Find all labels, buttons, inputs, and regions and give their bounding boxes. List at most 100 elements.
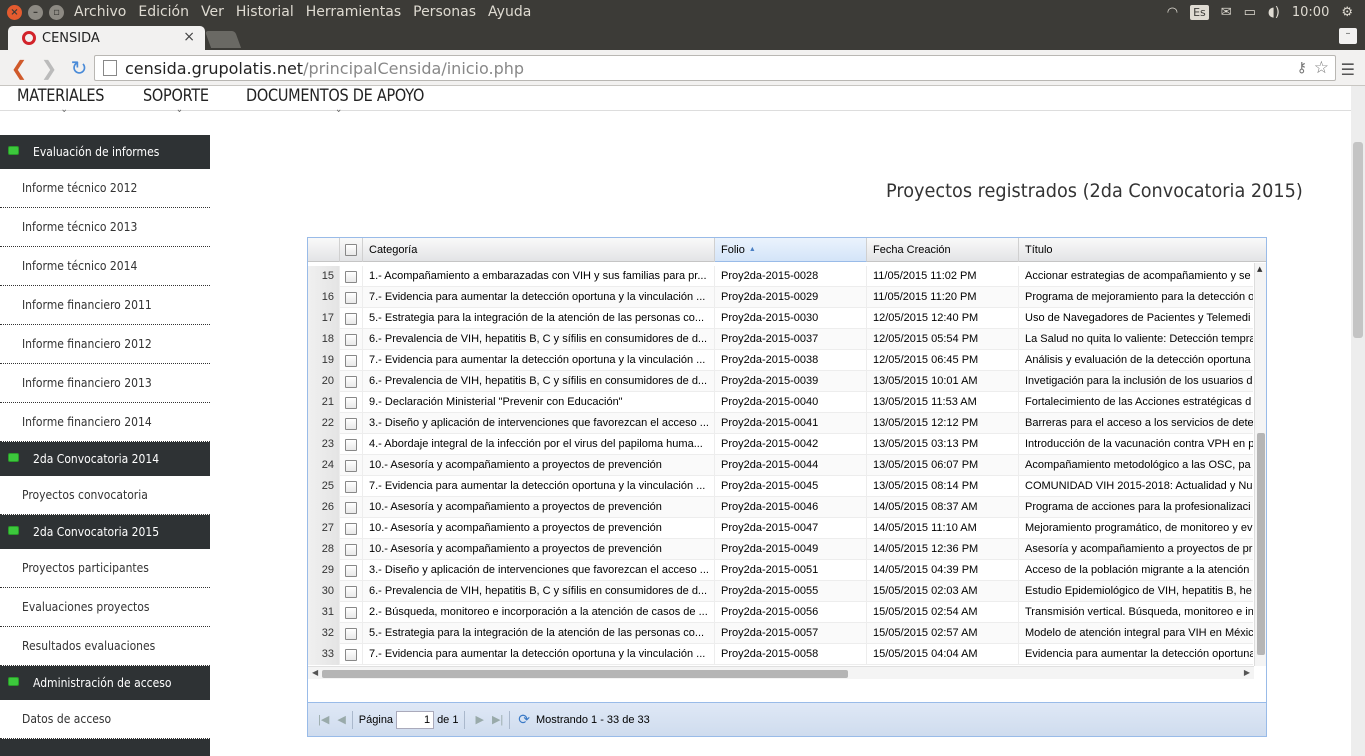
table-row[interactable]: 24 10.- Asesoría y acompañamiento a proye… — [308, 455, 1253, 476]
window-maximize-button[interactable]: ▫ — [49, 4, 64, 20]
table-row[interactable]: 19 7.- Evidencia para aumentar la detecci… — [308, 350, 1253, 371]
sidebar-item-informe-tecnico-2012[interactable]: Informe técnico 2012 — [0, 169, 210, 208]
row-select-cell[interactable] — [340, 371, 363, 392]
page-number-input[interactable] — [396, 710, 435, 729]
row-select-cell[interactable] — [340, 266, 363, 287]
sidebar-item-datos-acceso[interactable]: Datos de acceso — [0, 700, 210, 739]
row-select-cell[interactable] — [340, 287, 363, 308]
key-icon[interactable]: ⚷ — [1297, 60, 1307, 76]
wifi-icon[interactable]: ◠ — [1167, 5, 1178, 20]
forward-arrow-icon[interactable]: ❯ — [38, 56, 60, 80]
last-page-icon[interactable]: ▶| — [492, 713, 503, 726]
sidebar-section-2da-convocatoria-2015[interactable]: 2da Convocatoria 2015 — [0, 515, 210, 549]
browser-menu-icon[interactable]: ☰ — [1341, 60, 1355, 79]
column-header-categoria[interactable]: Categoría — [363, 238, 715, 262]
menu-edicion[interactable]: Edición — [138, 4, 189, 20]
clock[interactable]: 10:00 — [1292, 5, 1329, 20]
menu-archivo[interactable]: Archivo — [74, 4, 126, 20]
scrollbar-thumb[interactable] — [1257, 433, 1265, 655]
row-select-cell[interactable] — [340, 518, 363, 539]
row-select-cell[interactable] — [340, 392, 363, 413]
row-checkbox[interactable] — [345, 291, 357, 304]
user-profile-icon[interactable]: – — [1339, 28, 1357, 44]
tab-close-icon[interactable]: × — [183, 29, 195, 45]
row-checkbox[interactable] — [345, 312, 357, 325]
row-select-cell[interactable] — [340, 455, 363, 476]
table-row[interactable]: 33 7.- Evidencia para aumentar la detecci… — [308, 644, 1253, 665]
select-all-header[interactable] — [340, 238, 363, 262]
nav-documentos-apoyo[interactable]: DOCUMENTOS DE APOYO ⌄ — [246, 86, 424, 115]
row-checkbox[interactable] — [345, 417, 357, 430]
row-select-cell[interactable] — [340, 308, 363, 329]
row-select-cell[interactable] — [340, 539, 363, 560]
sidebar-item-proyectos-participantes[interactable]: Proyectos participantes — [0, 549, 210, 588]
row-select-cell[interactable] — [340, 623, 363, 644]
row-select-cell[interactable] — [340, 413, 363, 434]
new-tab-button[interactable] — [204, 31, 242, 48]
sidebar-item-informe-financiero-2011[interactable]: Informe financiero 2011 — [0, 286, 210, 325]
refresh-icon[interactable]: ⟳ — [518, 711, 530, 728]
browser-tab-censida[interactable]: CENSIDA × — [8, 26, 205, 50]
table-row[interactable]: 26 10.- Asesoría y acompañamiento a proye… — [308, 497, 1253, 518]
battery-icon[interactable]: ▭ — [1244, 5, 1256, 20]
table-row[interactable]: 25 7.- Evidencia para aumentar la detecci… — [308, 476, 1253, 497]
table-row[interactable]: 29 3.- Diseño y aplicación de intervencio… — [308, 560, 1253, 581]
reload-icon[interactable]: ↻ — [68, 56, 90, 80]
row-checkbox[interactable] — [345, 459, 357, 472]
volume-icon[interactable]: ◖) — [1268, 5, 1280, 20]
row-select-cell[interactable] — [340, 560, 363, 581]
keyboard-layout-indicator[interactable]: Es — [1190, 4, 1209, 20]
address-bar[interactable]: censida.grupolatis.net /principalCensida… — [94, 55, 1336, 81]
row-select-cell[interactable] — [340, 476, 363, 497]
row-checkbox[interactable] — [345, 585, 357, 598]
nav-soporte[interactable]: SOPORTE ⌄ — [143, 86, 209, 115]
table-row[interactable]: 23 4.- Abordaje integral de la infección … — [308, 434, 1253, 455]
grid-vertical-scrollbar[interactable]: ▲ — [1254, 263, 1266, 666]
previous-page-icon[interactable]: ◀ — [337, 713, 345, 726]
row-select-cell[interactable] — [340, 644, 363, 665]
menu-ver[interactable]: Ver — [201, 4, 224, 20]
menu-herramientas[interactable]: Herramientas — [306, 4, 401, 20]
row-select-cell[interactable] — [340, 497, 363, 518]
sidebar-section-evaluacion-informes[interactable]: Evaluación de informes — [0, 135, 210, 169]
mail-icon[interactable]: ✉ — [1221, 5, 1232, 20]
row-checkbox[interactable] — [345, 627, 357, 640]
select-all-checkbox[interactable] — [345, 244, 357, 256]
table-row[interactable]: 27 10.- Asesoría y acompañamiento a proye… — [308, 518, 1253, 539]
grid-horizontal-scrollbar[interactable]: ◀ ▶ — [308, 666, 1254, 679]
menu-historial[interactable]: Historial — [236, 4, 294, 20]
table-row[interactable]: 31 2.- Búsqueda, monitoreo e incorporació… — [308, 602, 1253, 623]
table-row[interactable]: 20 6.- Prevalencia de VIH, hepatitis B, C… — [308, 371, 1253, 392]
row-select-cell[interactable] — [340, 350, 363, 371]
row-select-cell[interactable] — [340, 434, 363, 455]
next-page-icon[interactable]: ▶ — [475, 713, 483, 726]
table-row[interactable]: 21 9.- Declaración Ministerial "Prevenir … — [308, 392, 1253, 413]
sidebar-item-proyectos-convocatoria[interactable]: Proyectos convocatoria — [0, 476, 210, 515]
row-checkbox[interactable] — [345, 522, 357, 535]
sidebar-item-evaluaciones-proyectos[interactable]: Evaluaciones proyectos — [0, 588, 210, 627]
sidebar-item-informe-tecnico-2013[interactable]: Informe técnico 2013 — [0, 208, 210, 247]
row-select-cell[interactable] — [340, 329, 363, 350]
table-row[interactable]: 22 3.- Diseño y aplicación de intervencio… — [308, 413, 1253, 434]
table-row[interactable]: 16 7.- Evidencia para aumentar la detecci… — [308, 287, 1253, 308]
row-checkbox[interactable] — [345, 375, 357, 388]
scroll-right-icon[interactable]: ▶ — [1244, 668, 1250, 677]
settings-gear-icon[interactable]: ⚙ — [1341, 5, 1353, 20]
row-checkbox[interactable] — [345, 438, 357, 451]
menu-personas[interactable]: Personas — [413, 4, 476, 20]
table-row[interactable]: 18 6.- Prevalencia de VIH, hepatitis B, C… — [308, 329, 1253, 350]
row-checkbox[interactable] — [345, 501, 357, 514]
sidebar-section-2da-convocatoria-2014[interactable]: 2da Convocatoria 2014 — [0, 442, 210, 476]
nav-materiales[interactable]: MATERIALES ⌄ — [17, 86, 104, 115]
row-checkbox[interactable] — [345, 543, 357, 556]
row-checkbox[interactable] — [345, 270, 357, 283]
sidebar-item-informe-financiero-2014[interactable]: Informe financiero 2014 — [0, 403, 210, 442]
sidebar-section-administracion-acceso[interactable]: Administración de acceso — [0, 666, 210, 700]
column-header-folio[interactable]: Folio ▲ — [715, 238, 867, 262]
table-row[interactable]: 17 5.- Estrategia para la integración de … — [308, 308, 1253, 329]
window-minimize-button[interactable]: – — [28, 4, 43, 20]
row-checkbox[interactable] — [345, 354, 357, 367]
table-row[interactable]: 32 5.- Estrategia para la integración de … — [308, 623, 1253, 644]
row-select-cell[interactable] — [340, 581, 363, 602]
sidebar-item-informe-financiero-2013[interactable]: Informe financiero 2013 — [0, 364, 210, 403]
